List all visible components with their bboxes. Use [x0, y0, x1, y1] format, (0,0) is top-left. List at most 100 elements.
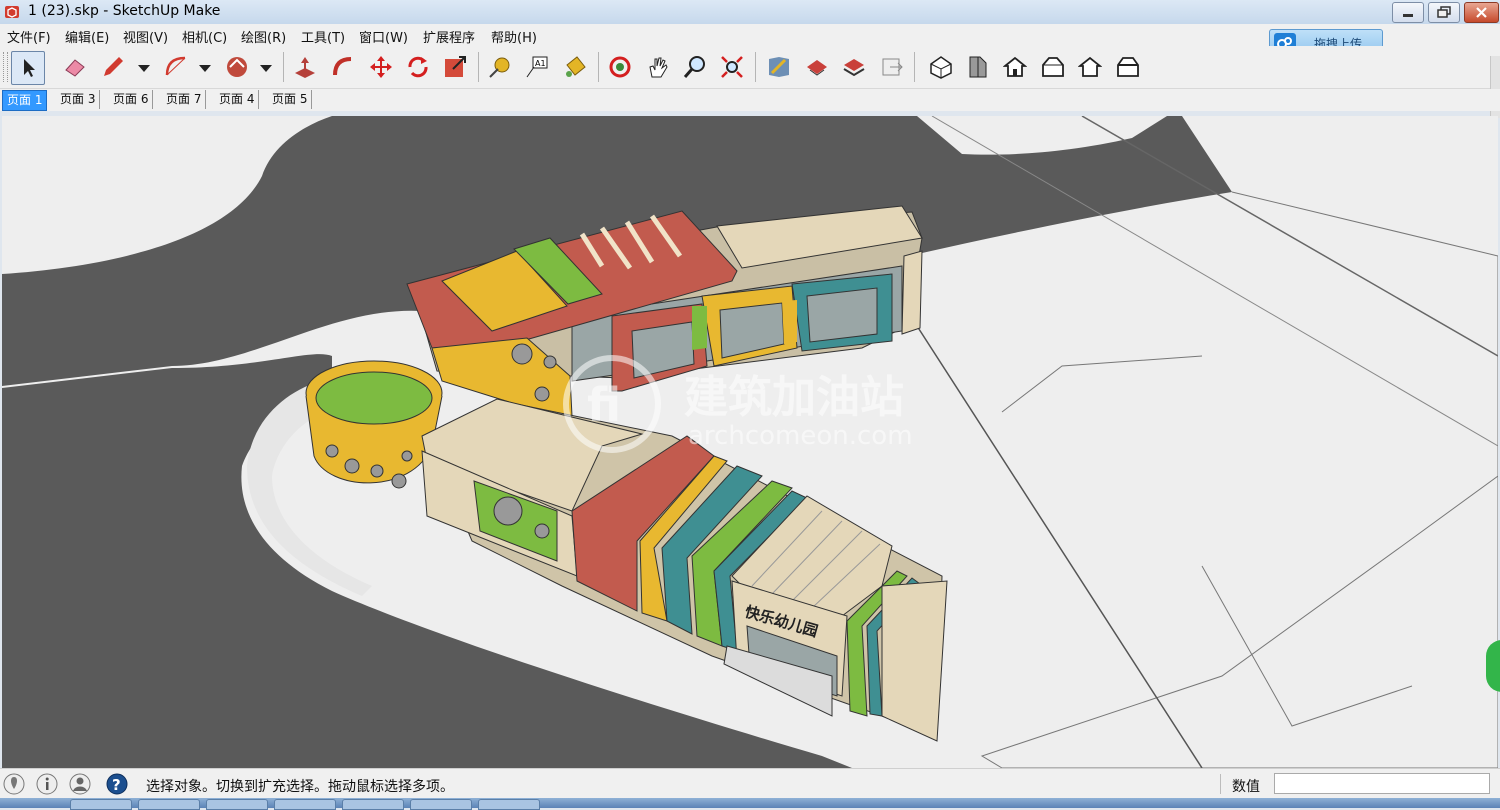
eraser-icon	[65, 59, 85, 77]
tape-measure-tool-button[interactable]	[484, 51, 516, 83]
tab-page-7[interactable]: 页面 7	[162, 90, 207, 109]
menu-view[interactable]: 视图(V)	[123, 27, 168, 46]
top-view-button[interactable]	[962, 51, 994, 83]
toolbar-grip[interactable]	[3, 52, 8, 82]
restore-button[interactable]	[1428, 2, 1460, 23]
value-input[interactable]	[1274, 773, 1490, 794]
pan-tool-button[interactable]	[642, 51, 674, 83]
shape-tool-button[interactable]	[221, 51, 253, 83]
taskbar-item[interactable]	[410, 799, 472, 810]
send-to-layout-button[interactable]	[801, 51, 833, 83]
eraser-tool-button[interactable]	[59, 51, 91, 83]
right-view-button[interactable]	[1037, 51, 1069, 83]
zoom-icon	[683, 56, 705, 78]
restore-icon	[1437, 6, 1451, 18]
3d-warehouse-icon	[769, 57, 789, 77]
os-taskbar	[0, 798, 1500, 810]
menu-extensions[interactable]: 扩展程序	[423, 27, 475, 46]
zoom-tool-button[interactable]	[679, 51, 711, 83]
minimize-button[interactable]	[1392, 2, 1424, 23]
close-button[interactable]	[1464, 2, 1499, 23]
menu-edit[interactable]: 编辑(E)	[65, 27, 109, 46]
left-view-button[interactable]	[1112, 51, 1144, 83]
tab-page-5[interactable]: 页面 5	[268, 90, 313, 109]
menu-camera[interactable]: 相机(C)	[182, 27, 227, 46]
component-icon	[882, 58, 903, 76]
move-tool-button[interactable]	[365, 51, 397, 83]
push-pull-tool-button[interactable]	[289, 51, 321, 83]
model-viewport[interactable]: 快乐幼儿园 fi 建筑加油站 archcomeon.com	[2, 116, 1498, 768]
status-bar: ? 选择对象。切换到扩充选择。拖动鼠标选择多项。 数值	[0, 768, 1500, 799]
extension-warehouse-button[interactable]	[838, 51, 870, 83]
taskbar-item[interactable]	[478, 799, 540, 810]
help-icon[interactable]: ?	[106, 773, 128, 795]
value-label: 数值	[1232, 779, 1260, 795]
tape-measure-icon	[489, 57, 510, 78]
taskbar-item[interactable]	[70, 799, 132, 810]
front-view-button[interactable]	[999, 51, 1031, 83]
3d-warehouse-button[interactable]	[763, 51, 795, 83]
send-to-layout-icon	[807, 60, 827, 76]
iso-view-button[interactable]	[925, 51, 957, 83]
close-icon	[1476, 7, 1487, 18]
menu-window[interactable]: 窗口(W)	[359, 27, 408, 46]
arc-tool-button[interactable]	[160, 51, 192, 83]
taskbar-item[interactable]	[342, 799, 404, 810]
rotate-tool-button[interactable]	[402, 51, 434, 83]
tab-page-3[interactable]: 页面 3	[56, 90, 101, 109]
menu-file[interactable]: 文件(F)	[7, 27, 51, 46]
sketchup-icon	[5, 6, 19, 18]
taskbar-item[interactable]	[274, 799, 336, 810]
select-tool-button[interactable]	[11, 51, 45, 85]
component-button[interactable]	[876, 51, 908, 83]
toolbar-separator	[755, 52, 756, 82]
pencil-icon	[104, 57, 123, 76]
iso-view-icon	[930, 56, 952, 79]
left-view-icon	[1117, 57, 1139, 77]
lower-end-wall	[881, 580, 948, 742]
paint-bucket-tool-button[interactable]	[559, 51, 591, 83]
shape-dropdown-icon[interactable]	[259, 64, 273, 74]
zoom-extents-icon	[721, 56, 743, 78]
scale-tool-button[interactable]	[439, 51, 471, 83]
credits-icon[interactable]	[36, 773, 58, 795]
pencil-tool-button[interactable]	[97, 51, 129, 83]
user-icon[interactable]	[69, 773, 91, 795]
orbit-tool-button[interactable]	[604, 51, 636, 83]
tab-page-4[interactable]: 页面 4	[215, 90, 260, 109]
tab-page-6[interactable]: 页面 6	[109, 90, 154, 109]
menu-help[interactable]: 帮助(H)	[491, 27, 537, 46]
svg-text:fi: fi	[587, 378, 621, 432]
taskbar-item[interactable]	[138, 799, 200, 810]
follow-me-tool-button[interactable]	[327, 51, 359, 83]
text-tool-button[interactable]: A1	[521, 51, 553, 83]
value-separator	[1220, 774, 1221, 794]
move-icon	[370, 56, 392, 78]
menu-tools[interactable]: 工具(T)	[301, 27, 345, 46]
tab-page-1[interactable]: 页面 1	[2, 90, 48, 111]
svg-text:A1: A1	[535, 59, 546, 68]
paint-bucket-icon	[566, 56, 586, 77]
minimize-icon	[1403, 14, 1413, 17]
side-floating-button[interactable]	[1486, 640, 1500, 692]
main-toolbar: A1	[0, 46, 1500, 89]
right-view-icon	[1042, 57, 1064, 77]
back-view-button[interactable]	[1074, 51, 1106, 83]
back-view-icon	[1078, 56, 1102, 77]
scale-icon	[445, 56, 466, 77]
taskbar-item[interactable]	[206, 799, 268, 810]
arc-icon	[165, 56, 186, 76]
select-icon	[24, 59, 35, 77]
toolbar-separator	[598, 52, 599, 82]
arc-dropdown-icon[interactable]	[198, 64, 212, 74]
watermark-title: 建筑加油站	[684, 372, 904, 423]
menu-draw[interactable]: 绘图(R)	[241, 27, 286, 46]
pencil-dropdown-icon[interactable]	[137, 64, 151, 74]
scene-tabs: 页面 1 页面 3 页面 6 页面 7 页面 4 页面 5	[0, 89, 1500, 111]
push-pull-icon	[295, 57, 315, 78]
pan-icon	[649, 57, 668, 78]
geo-location-icon[interactable]	[3, 773, 25, 795]
status-message: 选择对象。切换到扩充选择。拖动鼠标选择多项。	[146, 779, 454, 795]
zoom-extents-tool-button[interactable]	[716, 51, 748, 83]
front-view-icon	[1003, 56, 1027, 77]
